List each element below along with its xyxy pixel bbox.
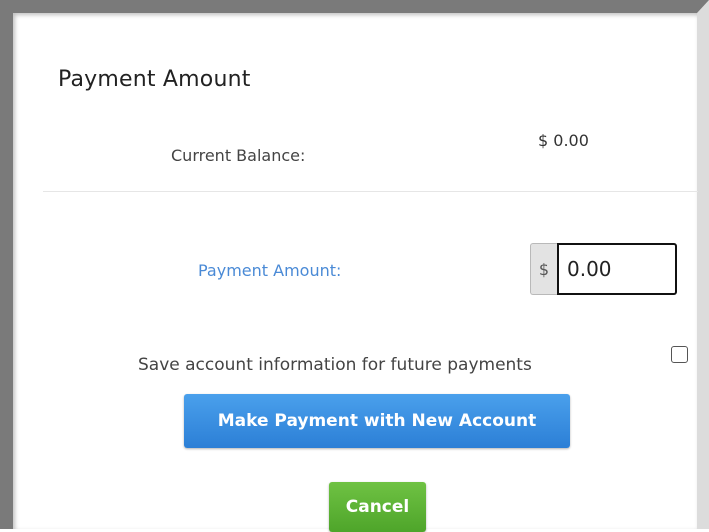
payment-amount-group: $ bbox=[530, 243, 677, 295]
payment-amount-label: Payment Amount: bbox=[198, 261, 342, 280]
payment-amount-input[interactable] bbox=[557, 243, 677, 295]
current-balance-label: Current Balance: bbox=[171, 146, 306, 165]
divider bbox=[43, 191, 698, 192]
payment-panel: Payment Amount Current Balance: $ 0.00 P… bbox=[0, 0, 709, 532]
page-title: Payment Amount bbox=[58, 67, 251, 92]
save-account-checkbox[interactable] bbox=[671, 346, 688, 363]
current-balance-value: $ 0.00 bbox=[538, 131, 589, 150]
currency-addon: $ bbox=[530, 243, 557, 295]
make-payment-button[interactable]: Make Payment with New Account bbox=[184, 394, 570, 448]
cancel-button[interactable]: Cancel bbox=[329, 482, 426, 532]
save-account-label: Save account information for future paym… bbox=[138, 355, 532, 375]
